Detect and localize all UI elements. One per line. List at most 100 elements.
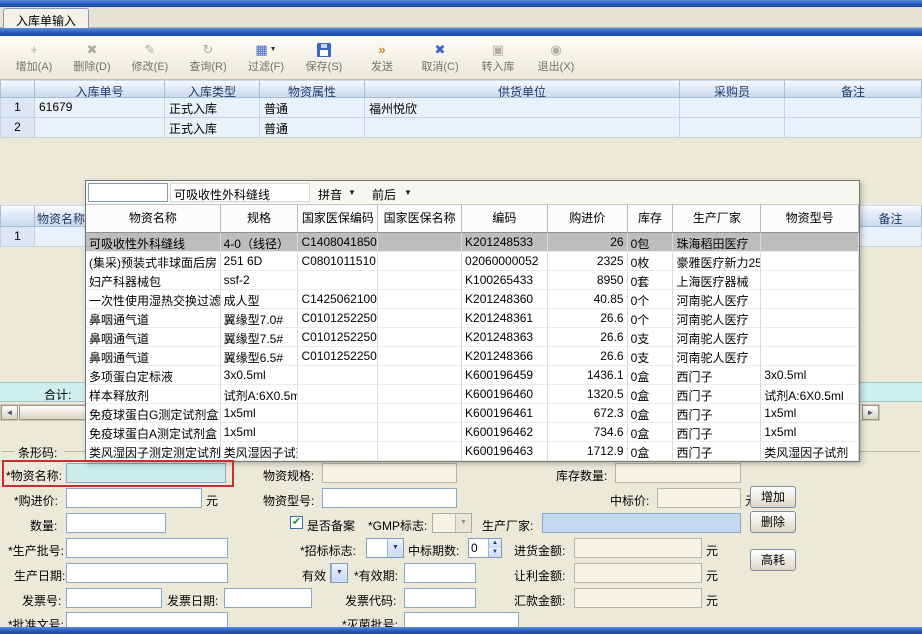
table-row[interactable]: 1 61679 正式入库 普通 福州悦欣 xyxy=(0,98,922,118)
toolbar-button-transfer[interactable]: ▣ 转入库 xyxy=(470,39,526,77)
order-grid-cell[interactable] xyxy=(785,118,922,138)
detail-grid-cell[interactable] xyxy=(860,227,922,247)
popup-cell[interactable] xyxy=(298,385,379,404)
popup-cell[interactable]: 河南驼人医疗 xyxy=(673,328,762,347)
popup-cell[interactable]: 类风湿因子试剂 xyxy=(220,442,299,461)
popup-cell[interactable]: 西门子 xyxy=(673,366,762,385)
popup-header-cell[interactable]: 国家医保名称 xyxy=(378,205,463,233)
popup-cell[interactable]: C0101252250 xyxy=(298,328,379,347)
order-grid-cell[interactable] xyxy=(785,98,922,118)
popup-cell[interactable]: 0个 xyxy=(627,309,674,328)
popup-cell[interactable]: 0支 xyxy=(627,347,674,366)
popup-cell[interactable]: 0盒 xyxy=(627,404,674,423)
popup-cell[interactable]: 西门子 xyxy=(673,423,762,442)
popup-cell[interactable]: 672.3 xyxy=(547,404,628,423)
popup-row[interactable]: 一次性使用湿热交换过滤 成人型 C1425062100 K201248360 40.85… xyxy=(86,290,859,309)
popup-cell[interactable]: 免疫球蛋白A测定试剂盒 xyxy=(86,423,221,442)
high-consumable-button[interactable]: 高耗 xyxy=(750,549,796,571)
popup-cell[interactable] xyxy=(298,271,379,290)
popup-cell[interactable]: ssf-2 xyxy=(220,271,299,290)
order-grid-header-cell[interactable]: 入库单号 xyxy=(35,80,165,98)
popup-cell[interactable] xyxy=(378,442,463,461)
popup-cell[interactable]: 妇产科器械包 xyxy=(86,271,221,290)
quantity-field[interactable] xyxy=(66,513,166,533)
popup-cell[interactable]: C0801011510 xyxy=(298,252,379,271)
order-grid-header-cell[interactable] xyxy=(0,80,35,98)
popup-cell[interactable]: K201248533 xyxy=(462,233,548,252)
order-grid-header-cell[interactable]: 供货单位 xyxy=(365,80,680,98)
popup-cell[interactable] xyxy=(378,252,463,271)
popup-cell[interactable]: 4-0（线径） xyxy=(220,233,299,252)
toolbar-button-cancel[interactable]: ✖ 取消(C) xyxy=(412,39,468,77)
popup-cell[interactable] xyxy=(378,385,463,404)
popup-cell[interactable]: 试剂A:6X0.5ml xyxy=(761,385,859,404)
popup-cell[interactable] xyxy=(761,233,859,252)
manufacturer-field[interactable] xyxy=(542,513,741,533)
order-grid-cell[interactable] xyxy=(680,98,785,118)
popup-cell[interactable]: 2325 xyxy=(547,252,628,271)
order-grid-cell[interactable]: 福州悦欣 xyxy=(365,98,680,118)
item-model-field[interactable] xyxy=(322,488,457,508)
order-grid-header-cell[interactable]: 备注 xyxy=(785,80,922,98)
bid-period-field[interactable] xyxy=(469,539,488,557)
filter-dropdown-arrow[interactable]: ▼ xyxy=(270,42,277,58)
popup-cell[interactable]: 0盒 xyxy=(627,442,674,461)
popup-cell[interactable] xyxy=(378,423,463,442)
popup-cell[interactable] xyxy=(761,347,859,366)
popup-row[interactable]: 免疫球蛋白A测定试剂盒 1x5ml K600196462 734.6 0盒 西门子 1x5m… xyxy=(86,423,859,442)
popup-cell[interactable]: 26.6 xyxy=(547,347,628,366)
toolbar-button-delete[interactable]: ✖ 删除(D) xyxy=(64,39,120,77)
order-grid-cell[interactable]: 61679 xyxy=(35,98,165,118)
popup-cell[interactable] xyxy=(761,309,859,328)
popup-cell[interactable]: 1436.1 xyxy=(547,366,628,385)
popup-cell[interactable]: 8950 xyxy=(547,271,628,290)
purchase-price-field[interactable] xyxy=(66,488,202,508)
bid-period-stepper[interactable]: ▲▼ xyxy=(468,538,502,558)
order-grid-header-cell[interactable]: 物资属性 xyxy=(260,80,365,98)
popup-cell[interactable]: 试剂A:6X0.5ml xyxy=(220,385,299,404)
invoice-no-field[interactable] xyxy=(66,588,162,608)
popup-cell[interactable]: 40.85 xyxy=(547,290,628,309)
popup-cell[interactable] xyxy=(378,233,463,252)
popup-cell[interactable] xyxy=(378,366,463,385)
popup-header-cell[interactable]: 编码 xyxy=(462,205,548,233)
popup-cell[interactable]: (集采)预装式非球面后房 xyxy=(86,252,221,271)
bid-flag-dropdown[interactable]: ▼ xyxy=(366,538,404,558)
chevron-down-icon[interactable]: ▼ xyxy=(387,539,403,557)
toolbar-button-edit[interactable]: ✎ 修改(E) xyxy=(122,39,178,77)
popup-cell[interactable] xyxy=(761,271,859,290)
valid-dropdown[interactable]: ▼ xyxy=(330,563,348,583)
popup-cell[interactable]: 可吸收性外科缝线 xyxy=(86,233,221,252)
popup-cell[interactable]: 豪雅医疗新力251 xyxy=(673,252,762,271)
order-grid-cell[interactable]: 2 xyxy=(0,118,35,138)
order-grid-cell[interactable]: 普通 xyxy=(260,98,365,118)
delete-row-button[interactable]: 删除 xyxy=(750,511,796,533)
popup-cell[interactable]: 0包 xyxy=(627,233,674,252)
popup-cell[interactable]: 样本释放剂 xyxy=(86,385,221,404)
popup-cell[interactable]: 翼缘型7.5# xyxy=(220,328,299,347)
popup-cell[interactable]: 0盒 xyxy=(627,366,674,385)
popup-cell[interactable]: K600196460 xyxy=(462,385,548,404)
popup-cell[interactable]: 734.6 xyxy=(547,423,628,442)
order-grid-cell[interactable]: 正式入库 xyxy=(165,118,260,138)
popup-cell[interactable]: 26.6 xyxy=(547,309,628,328)
popup-header-cell[interactable]: 库存 xyxy=(627,205,674,233)
production-date-field[interactable] xyxy=(66,563,228,583)
popup-cell[interactable]: 珠海稻田医疗 xyxy=(673,233,762,252)
popup-cell[interactable]: K201248360 xyxy=(462,290,548,309)
order-grid-header-cell[interactable]: 入库类型 xyxy=(165,80,260,98)
popup-cell[interactable] xyxy=(298,366,379,385)
popup-cell[interactable]: 3x0.5ml xyxy=(761,366,859,385)
popup-cell[interactable]: K201248363 xyxy=(462,328,548,347)
order-grid-cell[interactable]: 正式入库 xyxy=(165,98,260,118)
popup-cell[interactable] xyxy=(378,290,463,309)
expiry-date-field[interactable] xyxy=(404,563,476,583)
popup-row[interactable]: 鼻咽通气道 翼缘型6.5# C0101252250 K201248366 26.6 0支河… xyxy=(86,347,859,366)
popup-cell[interactable]: 类风湿因子测定测定试剂 xyxy=(86,442,221,461)
popup-header-cell[interactable]: 物资名称 xyxy=(86,205,221,233)
invoice-date-field[interactable] xyxy=(224,588,312,608)
detail-grid-header-cell[interactable]: 备注 xyxy=(860,205,922,227)
chevron-down-icon[interactable]: ▼ xyxy=(331,564,347,582)
popup-cell[interactable]: 1x5ml xyxy=(761,423,859,442)
popup-cell[interactable]: 鼻咽通气道 xyxy=(86,328,221,347)
